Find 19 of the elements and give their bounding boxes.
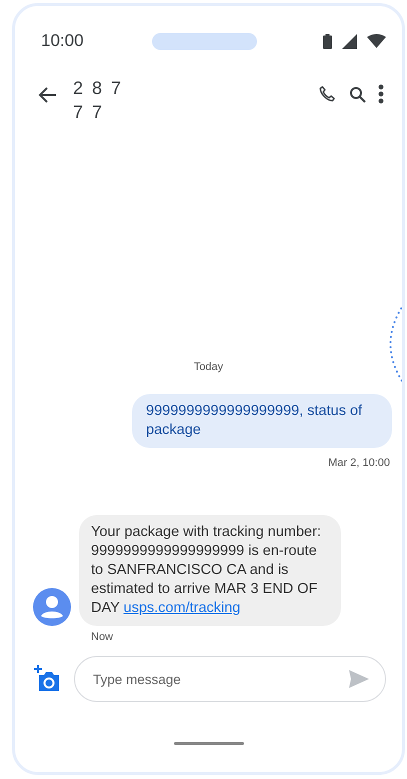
- link[interactable]: usps.com/tracking: [124, 600, 240, 616]
- search-icon[interactable]: [349, 86, 366, 102]
- back-arrow-icon[interactable]: [37, 86, 57, 104]
- date-divider: Today: [194, 361, 224, 373]
- home-indicator: [174, 742, 244, 745]
- phone-icon[interactable]: [317, 84, 337, 104]
- battery-icon: [323, 34, 332, 48]
- wifi-icon: [367, 34, 386, 48]
- message-time: Now: [91, 631, 114, 643]
- signal-icon: [342, 34, 357, 48]
- message-time: Mar 2, 10:00: [328, 457, 390, 469]
- message-composer[interactable]: Type message: [74, 656, 386, 702]
- more-options-icon[interactable]: [378, 84, 384, 104]
- status-time: 10:00: [41, 31, 84, 51]
- received-message-bubble: Your package with tracking number: 9999999999999999999 is en-route to SANFRANCISCO CA and is estimated to arrive MAR 3 END OF DAY usps.com/tracking: [79, 515, 341, 626]
- sent-message-bubble: 9999999999999999999, status of package: [132, 394, 392, 448]
- contact-name: 2 8 7 7 7: [73, 77, 124, 124]
- avatar-icon: [33, 588, 71, 626]
- message-input-field[interactable]: Type message: [93, 666, 349, 692]
